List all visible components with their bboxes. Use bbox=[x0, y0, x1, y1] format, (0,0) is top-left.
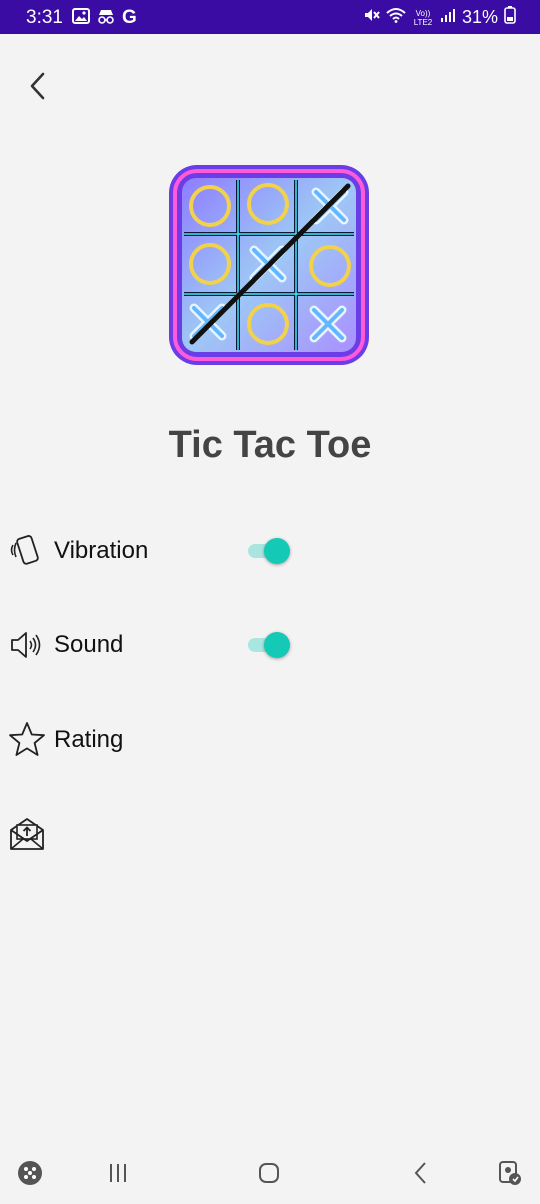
app-title: Tic Tac Toe bbox=[168, 424, 372, 466]
share-envelope-icon bbox=[8, 815, 46, 853]
mute-icon bbox=[362, 6, 380, 29]
settings-item-label: Rating bbox=[54, 726, 124, 753]
wifi-icon bbox=[386, 7, 406, 28]
game-launcher-button[interactable] bbox=[13, 1158, 47, 1192]
settings-item-sound[interactable]: Sound bbox=[8, 623, 123, 667]
game-launcher-icon bbox=[16, 1159, 44, 1192]
settings-item-rating[interactable]: Rating bbox=[8, 718, 123, 762]
settings-item-label: Vibration bbox=[54, 537, 149, 564]
vibration-toggle[interactable] bbox=[248, 536, 294, 566]
assistant-icon bbox=[496, 1159, 524, 1192]
volte-icon: Vo)) LTE2 bbox=[413, 8, 433, 27]
speaker-icon bbox=[8, 626, 46, 664]
navigation-bar bbox=[0, 1144, 540, 1204]
toggle-thumb bbox=[264, 632, 290, 658]
google-g-icon: G bbox=[122, 7, 137, 28]
back-nav-button[interactable] bbox=[404, 1158, 438, 1192]
toggle-thumb bbox=[264, 538, 290, 564]
battery-percent: 31% bbox=[461, 7, 498, 27]
settings-item-share[interactable] bbox=[8, 812, 54, 856]
settings-item-label: Sound bbox=[54, 631, 124, 658]
gallery-icon bbox=[72, 7, 90, 29]
settings-item-vibration[interactable]: Vibration bbox=[8, 529, 148, 573]
signal-icon bbox=[440, 8, 456, 27]
battery-icon bbox=[504, 6, 516, 29]
home-icon bbox=[256, 1160, 282, 1191]
incognito-icon bbox=[96, 8, 116, 29]
vibration-phone-icon bbox=[8, 532, 46, 570]
chevron-left-icon bbox=[27, 71, 49, 106]
sound-toggle[interactable] bbox=[248, 630, 294, 660]
star-outline-icon bbox=[8, 721, 46, 759]
tic-tac-toe-logo bbox=[166, 162, 372, 368]
status-bar: 3:31 G Vo)) LTE2 31% bbox=[0, 0, 540, 34]
back-button[interactable] bbox=[18, 68, 58, 108]
home-button[interactable] bbox=[252, 1158, 286, 1192]
back-icon bbox=[409, 1160, 433, 1191]
recents-icon bbox=[105, 1161, 131, 1190]
recents-button[interactable] bbox=[101, 1158, 135, 1192]
status-time: 3:31 bbox=[26, 7, 63, 28]
assistant-button[interactable] bbox=[493, 1158, 527, 1192]
